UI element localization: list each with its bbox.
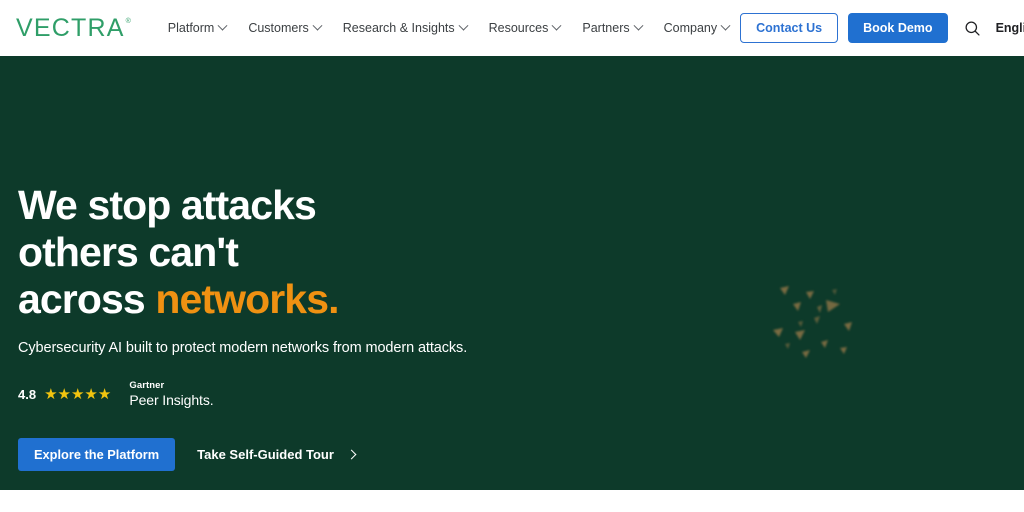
contact-us-button[interactable]: Contact Us — [740, 13, 839, 43]
logo-wordmark: VECTRA — [16, 13, 125, 42]
nav-item-company[interactable]: Company — [653, 15, 741, 41]
headline-line-1: We stop attacks — [18, 182, 317, 228]
chevron-right-icon — [346, 449, 357, 460]
language-selector[interactable]: English — [994, 17, 1024, 39]
nav-item-customers[interactable]: Customers — [237, 15, 331, 41]
chevron-down-icon — [720, 20, 731, 31]
chevron-down-icon — [217, 20, 228, 31]
hero-headline: We stop attacks others can't across netw… — [18, 182, 340, 323]
nav-item-label: Company — [663, 21, 718, 35]
take-self-guided-tour-label: Take Self-Guided Tour — [197, 447, 334, 462]
header-actions: Contact Us Book Demo English — [740, 13, 1024, 43]
nav-item-platform[interactable]: Platform — [157, 15, 238, 41]
page-root: VECTRA ® Platform Customers Research & I… — [0, 0, 1024, 512]
nav-item-research-and-insights[interactable]: Research & Insights — [332, 15, 478, 41]
gartner-brand-label: Gartner — [129, 380, 165, 391]
peer-insights-label: Peer Insights. — [129, 391, 214, 408]
search-button[interactable] — [958, 13, 988, 43]
hero-content: We stop attacks others can't across netw… — [18, 56, 658, 490]
registered-trademark-icon: ® — [125, 17, 131, 25]
gartner-rating: 4.8 ★★★★★ Gartner Peer Insights. — [18, 381, 214, 408]
headline-line-3-accent: networks. — [155, 276, 339, 322]
nav-item-label: Resources — [488, 21, 549, 35]
particle-cluster-icon — [773, 286, 852, 358]
particle-cluster-graphic — [752, 260, 892, 376]
chevron-down-icon — [551, 20, 562, 31]
chevron-down-icon — [312, 20, 323, 31]
chevron-down-icon — [633, 20, 644, 31]
hero-section: We stop attacks others can't across netw… — [0, 56, 1024, 490]
primary-nav: Platform Customers Research & Insights R… — [157, 15, 740, 41]
take-self-guided-tour-link[interactable]: Take Self-Guided Tour — [197, 447, 357, 462]
headline-line-3-plain: across — [18, 276, 156, 322]
rating-stars-icon: ★★★★★ — [44, 385, 112, 403]
nav-item-label: Platform — [167, 21, 215, 35]
nav-item-partners[interactable]: Partners — [571, 15, 652, 41]
language-label: English — [995, 21, 1024, 35]
chevron-down-icon — [458, 20, 469, 31]
site-header: VECTRA ® Platform Customers Research & I… — [0, 0, 1024, 56]
headline-line-2: others can't — [18, 229, 239, 275]
nav-item-label: Customers — [248, 21, 309, 35]
book-demo-button[interactable]: Book Demo — [848, 13, 948, 43]
hero-subheadline: Cybersecurity AI built to protect modern… — [18, 340, 468, 356]
vectra-logo[interactable]: VECTRA ® — [16, 13, 131, 42]
search-icon — [965, 20, 980, 36]
nav-item-resources[interactable]: Resources — [478, 15, 572, 41]
nav-item-label: Research & Insights — [342, 21, 455, 35]
explore-the-platform-button[interactable]: Explore the Platform — [18, 438, 176, 471]
rating-score: 4.8 — [18, 386, 37, 402]
hero-cta-row: Explore the Platform Take Self-Guided To… — [18, 438, 357, 471]
nav-item-label: Partners — [582, 21, 630, 35]
gartner-peer-insights-logo: Gartner Peer Insights. — [129, 381, 213, 408]
